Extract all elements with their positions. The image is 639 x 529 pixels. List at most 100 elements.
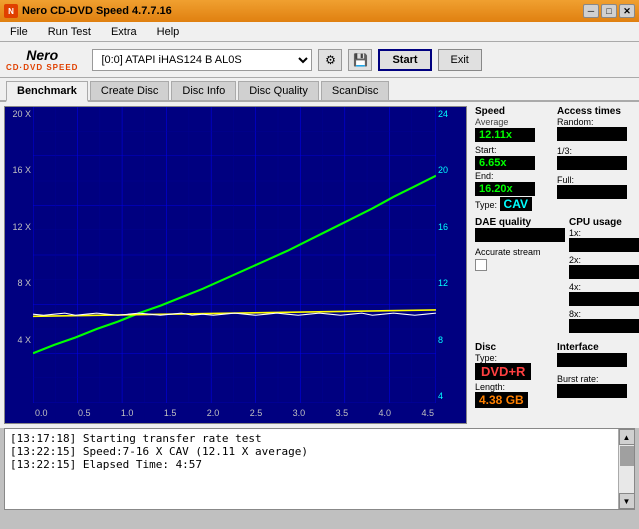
y-right-8: 8 [438,335,443,345]
cpu-2x-label: 2x: [569,255,639,265]
speed-average-value: 12.11x [475,128,535,142]
right-panel: Speed Average 12.11x Start: 6.65x End: 1… [471,102,639,428]
menu-bar: File Run Test Extra Help [0,22,639,42]
y-axis-right: 24 20 16 12 8 4 [436,107,466,403]
cpu-title: CPU usage [569,217,639,228]
tab-scan-disc[interactable]: ScanDisc [321,81,389,100]
y-left-0 [28,391,31,401]
y-left-4: 4 X [17,335,31,345]
log-entry-2: [13:22:15] Elapsed Time: 4:57 [10,458,613,471]
close-button[interactable]: ✕ [619,4,635,18]
app-icon: N [4,4,18,18]
access-onethird-label: 1/3: [557,146,635,156]
toolbar: Nero CD·DVD SPEED [0:0] ATAPI iHAS124 B … [0,42,639,78]
y-left-20: 20 X [12,109,31,119]
y-left-16: 16 X [12,165,31,175]
log-area: [13:17:18] Starting transfer rate test [… [4,428,635,510]
y-right-20: 20 [438,165,448,175]
x-45: 4.5 [421,408,434,418]
speed-type-value: CAV [500,197,532,211]
drive-icon-button[interactable]: ⚙ [318,49,342,71]
scroll-track [619,445,634,493]
disc-title: Disc [475,342,553,353]
x-05: 0.5 [78,408,91,418]
x-2: 2.0 [207,408,220,418]
x-3: 3.0 [293,408,306,418]
log-text: [13:17:18] Starting transfer rate test [… [5,429,618,509]
exit-button[interactable]: Exit [438,49,482,71]
speed-end-label: End: [475,171,494,181]
dae-quality-bar [475,228,565,242]
log-scrollbar: ▲ ▼ [618,429,634,509]
scroll-thumb[interactable] [620,446,634,466]
y-left-12: 12 X [12,222,31,232]
dae-accurate-checkbox[interactable] [475,259,487,271]
cpu-8x-label: 8x: [569,309,639,319]
x-1: 1.0 [121,408,134,418]
interface-value [557,353,627,367]
access-full-value [557,185,627,199]
maximize-button[interactable]: □ [601,4,617,18]
cpu-4x-label: 4x: [569,282,639,292]
cpu-1x-value [569,238,639,252]
x-35: 3.5 [336,408,349,418]
tab-disc-info[interactable]: Disc Info [171,81,236,100]
log-entry-0: [13:17:18] Starting transfer rate test [10,432,613,445]
drive-select[interactable]: [0:0] ATAPI iHAS124 B AL0S [92,49,312,71]
y-right-24: 24 [438,109,448,119]
cpu-2x-value [569,265,639,279]
log-entry-1: [13:22:15] Speed:7-16 X CAV (12.11 X ave… [10,445,613,458]
interface-title: Interface [557,342,635,353]
main-content: 20 X 16 X 12 X 8 X 4 X [0,102,639,428]
menu-help[interactable]: Help [151,24,186,40]
minimize-button[interactable]: ─ [583,4,599,18]
cpu-1x-label: 1x: [569,228,639,238]
speed-start-label: Start: [475,145,497,155]
x-25: 2.5 [250,408,263,418]
chart-area: 20 X 16 X 12 X 8 X 4 X [4,106,467,424]
burst-rate-value [557,384,627,398]
access-onethird-value [557,156,627,170]
y-right-12: 12 [438,278,448,288]
x-axis: 0.0 0.5 1.0 1.5 2.0 2.5 3.0 3.5 4.0 4.5 [33,403,436,423]
nero-logo-top: Nero [26,47,58,63]
access-title: Access times [557,106,635,117]
menu-extra[interactable]: Extra [105,24,143,40]
disc-type-label: Type: [475,353,553,363]
access-random-label: Random: [557,117,635,127]
access-random-value [557,127,627,141]
x-15: 1.5 [164,408,177,418]
y-axis-left: 20 X 16 X 12 X 8 X 4 X [5,107,33,403]
y-right-4: 4 [438,391,443,401]
burst-rate-label: Burst rate: [557,374,635,384]
menu-run-test[interactable]: Run Test [42,24,97,40]
disc-length-value: 4.38 GB [475,392,528,408]
dae-accurate-label: Accurate stream [475,247,565,257]
window-title: Nero CD-DVD Speed 4.7.7.16 [22,5,172,17]
tab-benchmark[interactable]: Benchmark [6,81,88,102]
title-bar: N Nero CD-DVD Speed 4.7.7.16 ─ □ ✕ [0,0,639,22]
cpu-8x-value [569,319,639,333]
scroll-up-button[interactable]: ▲ [619,429,635,445]
tab-bar: Benchmark Create Disc Disc Info Disc Qua… [0,78,639,102]
tab-disc-quality[interactable]: Disc Quality [238,81,319,100]
disc-length-label: Length: [475,382,553,392]
y-left-8: 8 X [17,278,31,288]
speed-type-label: Type: [475,200,497,210]
scroll-down-button[interactable]: ▼ [619,493,635,509]
speed-end-value: 16.20x [475,182,535,196]
x-0: 0.0 [35,408,48,418]
nero-logo: Nero CD·DVD SPEED [6,47,78,72]
speed-title: Speed [475,106,553,117]
start-button[interactable]: Start [378,49,431,71]
tab-create-disc[interactable]: Create Disc [90,81,169,100]
speed-average-label: Average [475,117,553,127]
x-4: 4.0 [379,408,392,418]
menu-file[interactable]: File [4,24,34,40]
save-icon-button[interactable]: 💾 [348,49,372,71]
access-full-label: Full: [557,175,635,185]
dae-title: DAE quality [475,217,565,228]
disc-type-value: DVD+R [475,363,531,380]
y-right-16: 16 [438,222,448,232]
speed-start-value: 6.65x [475,156,535,170]
